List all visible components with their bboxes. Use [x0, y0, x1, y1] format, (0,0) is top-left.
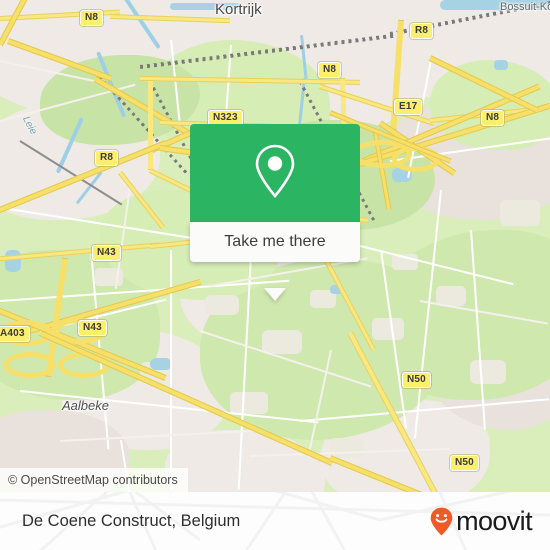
moovit-logo[interactable]: moovit [430, 506, 533, 537]
road-shield-n8-3: N8 [481, 110, 505, 126]
road-shield-r8-2: R8 [95, 150, 119, 166]
road-shield-n8-2: N8 [318, 62, 342, 78]
location-title: De Coene Construct, Belgium [22, 511, 241, 530]
place-label-kortrijk: Kortrijk [215, 1, 262, 18]
location-popup[interactable]: Take me there [190, 124, 360, 301]
road-shield-r8-1: R8 [410, 23, 434, 39]
road-shield-n8-1: N8 [80, 10, 104, 26]
take-me-there-label: Take me there [224, 233, 326, 250]
road-shield-n43-2: N43 [78, 320, 107, 336]
moovit-map-screenshot: Kortrijk Aalbeke Bossuit-Ko Leie N8 R8 N… [0, 0, 550, 550]
water-label-leie: Leie [20, 114, 39, 137]
map-attribution[interactable]: © OpenStreetMap contributors [0, 468, 188, 492]
take-me-there-button[interactable]: Take me there [190, 222, 360, 262]
moovit-wordmark: moovit [456, 506, 533, 536]
bottom-bar: De Coene Construct, Belgium moovit [0, 492, 550, 550]
place-label-bossuit: Bossuit-Ko [500, 1, 550, 13]
place-label-aalbeke: Aalbeke [62, 398, 109, 413]
moovit-smiley-pin-icon [430, 507, 453, 536]
road-shield-n50-1: N50 [402, 372, 431, 388]
popup-tail [264, 288, 286, 301]
attribution-text: © OpenStreetMap contributors [8, 473, 178, 487]
road-shield-n50-2: N50 [450, 455, 479, 471]
map-canvas[interactable]: Kortrijk Aalbeke Bossuit-Ko Leie N8 R8 N… [0, 0, 550, 492]
map-pin-icon [253, 142, 297, 205]
popup-header [190, 124, 360, 222]
road-shield-e17: E17 [394, 99, 423, 115]
road-shield-n43-1: N43 [92, 245, 121, 261]
road-shield-a403: A403 [0, 326, 30, 342]
